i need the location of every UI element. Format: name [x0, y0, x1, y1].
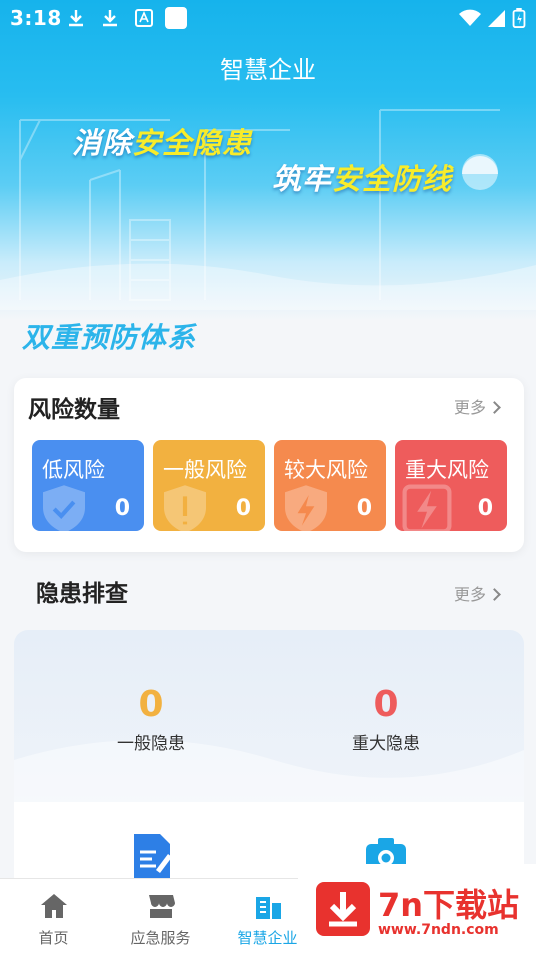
- hazard-title: 隐患排查: [36, 581, 128, 607]
- watermark-url: www.7ndn.com: [378, 922, 499, 938]
- hazard-stat-general[interactable]: 0 一般隐患: [71, 684, 231, 754]
- risk-more-label: 更多: [454, 398, 487, 417]
- risk-count-card: 风险数量 更多 低风险 0 一般风险 0 较大风险 0 重大风险 0: [14, 378, 524, 552]
- banner-slogan-1: 消除安全隐患: [72, 120, 252, 162]
- battery-icon: [512, 8, 526, 28]
- download-arrow-icon: [329, 892, 357, 927]
- store-icon: [148, 895, 175, 918]
- shield-bolt-icon: [285, 485, 327, 531]
- header-background: 3:18 智慧企业 消除安全隐患 筑牢安全防线: [0, 0, 536, 320]
- hazard-more-label: 更多: [454, 585, 487, 604]
- risk-more-link[interactable]: 更多: [454, 394, 501, 418]
- notification-square-icon: [165, 7, 187, 29]
- chevron-right-icon: [488, 588, 501, 601]
- hazard-more-link[interactable]: 更多: [454, 581, 501, 605]
- bolt-icon: [402, 484, 452, 531]
- wifi-icon: [459, 9, 481, 26]
- slogan-2-prefix: 筑牢: [272, 162, 333, 196]
- slogan-2-highlight: 安全防线: [332, 162, 453, 196]
- hazard-stat-major[interactable]: 0 重大隐患: [306, 684, 466, 754]
- banner: 消除安全隐患 筑牢安全防线: [0, 100, 536, 310]
- hazard-major-value: 0: [373, 684, 399, 725]
- shield-check-icon: [43, 485, 85, 531]
- slogan-1-prefix: 消除: [72, 126, 133, 160]
- chevron-right-icon: [488, 401, 501, 414]
- risk-tile-major[interactable]: 重大风险 0: [395, 440, 507, 531]
- page-title: 智慧企业: [220, 56, 316, 84]
- risk-larger-label: 较大风险: [284, 458, 368, 482]
- status-time: 3:18: [10, 6, 62, 30]
- risk-major-label: 重大风险: [405, 458, 489, 482]
- slogan-1-highlight: 安全隐患: [132, 126, 253, 160]
- download-icon: [69, 10, 83, 27]
- building-icon: [255, 897, 281, 919]
- report-form-icon[interactable]: [132, 832, 174, 878]
- risk-general-value: 0: [235, 496, 251, 521]
- download-icon-2: [103, 10, 117, 27]
- tab-emergency-label: 应急服务: [130, 929, 191, 947]
- risk-major-value: 0: [477, 496, 493, 521]
- section-title: 双重预防体系: [22, 321, 197, 354]
- shield-alert-icon: [164, 485, 206, 531]
- tab-home[interactable]: 首页: [0, 879, 107, 954]
- status-bar: 3:18: [0, 0, 536, 36]
- risk-low-value: 0: [114, 496, 130, 521]
- hazard-general-label: 一般隐患: [117, 734, 185, 754]
- watermark-brand: 7n下载站: [378, 886, 520, 924]
- hazard-major-label: 重大隐患: [352, 734, 420, 754]
- watermark-logo: [316, 882, 370, 936]
- tab-home-label: 首页: [38, 929, 69, 947]
- risk-low-label: 低风险: [42, 458, 105, 482]
- signal-icon: [488, 10, 505, 27]
- hazard-stats-card: 0 一般隐患 0 重大隐患: [14, 630, 524, 890]
- risk-general-label: 一般风险: [163, 458, 247, 482]
- watermark: 7n下载站 www.7ndn.com: [298, 864, 536, 954]
- hazard-general-value: 0: [138, 684, 164, 725]
- risk-card-title: 风险数量: [28, 397, 120, 423]
- tab-emergency-service[interactable]: 应急服务: [107, 879, 214, 954]
- risk-tile-larger[interactable]: 较大风险 0: [274, 440, 386, 531]
- app-notification-icon: [135, 9, 153, 27]
- risk-tile-general[interactable]: 一般风险 0: [153, 440, 265, 531]
- home-icon: [40, 894, 67, 918]
- risk-tile-low[interactable]: 低风险 0: [32, 440, 144, 531]
- risk-larger-value: 0: [356, 496, 372, 521]
- banner-slogan-2: 筑牢安全防线: [272, 156, 452, 198]
